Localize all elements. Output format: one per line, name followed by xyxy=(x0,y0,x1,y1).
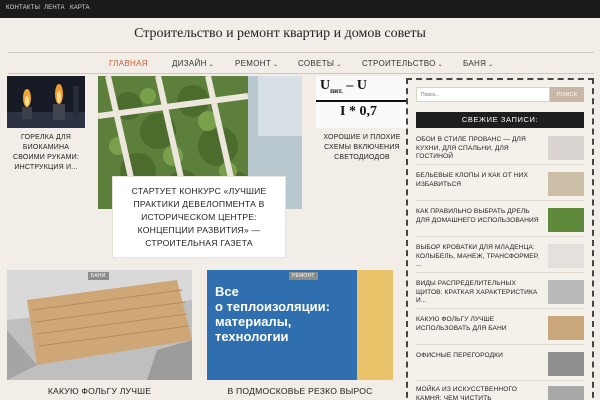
insulation-image[interactable]: Все о теплоизоляции: материалы, технолог… xyxy=(207,270,393,380)
divider xyxy=(416,236,584,237)
foil-ceiling-illustration xyxy=(7,270,192,380)
topbar-link-feed[interactable]: ЛЕНТА xyxy=(44,5,65,11)
recent-post-title[interactable]: ОФИСНЫЕ ПЕРЕГОРОДКИ xyxy=(416,352,542,361)
topbar-link-contacts[interactable]: КОНТАКТЫ xyxy=(6,5,40,11)
main-nav: ГЛАВНАЯ ДИЗАЙН ⌄ РЕМОНТ ⌄ СОВЕТЫ ⌄ СТРОИТЕЛ… xyxy=(8,52,594,74)
nav-item-construction[interactable]: СТРОИТЕЛЬСТВО ⌄ xyxy=(362,59,443,68)
chevron-down-icon: ⌄ xyxy=(208,62,214,68)
recent-post-title[interactable]: ВИДЫ РАСПРЕДЕЛИТЕЛЬНЫХ ЩИТОВ: КРАТКАЯ ХА… xyxy=(416,280,542,306)
topbar-link-map[interactable]: КАРТА xyxy=(70,5,90,11)
card-title-insulation[interactable]: В ПОДМОСКОВЬЕ РЕЗКО ВЫРОС xyxy=(207,386,393,396)
nav-item-home[interactable]: ГЛАВНАЯ xyxy=(109,59,148,68)
insulation-roll xyxy=(357,270,393,380)
chevron-down-icon: ⌄ xyxy=(437,62,443,68)
category-badge[interactable]: БАНИ xyxy=(88,272,109,280)
formula-divider xyxy=(316,100,408,102)
insulation-image-text: Все о теплоизоляции: материалы, технолог… xyxy=(215,284,355,344)
divider xyxy=(416,272,584,273)
recent-post-title[interactable]: МОЙКА ИЗ ИСКУССТВЕННОГО КАМНЯ: ЧЕМ ЧИСТИ… xyxy=(416,386,542,400)
post-thumbnail[interactable] xyxy=(548,386,584,400)
nav-item-tips[interactable]: СОВЕТЫ ⌄ xyxy=(298,59,342,68)
post-thumbnail[interactable] xyxy=(548,136,584,160)
recent-post-title[interactable]: КАК ПРАВИЛЬНО ВЫБРАТЬ ДРЕЛЬ ДЛЯ ДОМАШНЕГ… xyxy=(416,208,542,225)
biofireplace-image[interactable] xyxy=(7,76,85,128)
divider xyxy=(416,308,584,309)
post-thumbnail[interactable] xyxy=(548,280,584,304)
category-badge[interactable]: РЕМОНТ xyxy=(289,272,318,280)
post-thumbnail[interactable] xyxy=(548,208,584,232)
recent-posts-heading: СВЕЖИЕ ЗАПИСИ: xyxy=(416,112,584,128)
image-text-line: о теплоизоляции: xyxy=(215,299,330,314)
recent-post-title[interactable]: ОБОИ В СТИЛЕ ПРОВАНС — ДЛЯ КУХНИ, ДЛЯ СП… xyxy=(416,136,542,162)
sidebar: ПОИСК СВЕЖИЕ ЗАПИСИ: ОБОИ В СТИЛЕ ПРОВАН… xyxy=(406,78,594,400)
nav-item-label: РЕМОНТ xyxy=(235,59,272,68)
top-bar: КОНТАКТЫ ЛЕНТА КАРТА xyxy=(0,0,600,18)
feature-title[interactable]: СТАРТУЕТ КОНКУРС «ЛУЧШИЕ ПРАКТИКИ ДЕВЕЛО… xyxy=(112,176,286,258)
divider xyxy=(416,380,584,381)
formula-denominator: I * 0,7 xyxy=(340,104,377,119)
site-title[interactable]: Строительство и ремонт квартир и домов с… xyxy=(0,26,560,42)
nav-item-label: ГЛАВНАЯ xyxy=(109,59,148,68)
post-thumbnail[interactable] xyxy=(548,352,584,376)
formula-sub: пит. xyxy=(330,86,343,95)
recent-post-title[interactable]: БЕЛЬЕВЫЕ КЛОПЫ И КАК ОТ НИХ ИЗБАВИТЬСЯ xyxy=(416,172,542,189)
formula-tail: – U xyxy=(346,78,367,93)
card-title-foil[interactable]: КАКУЮ ФОЛЬГУ ЛУЧШЕ xyxy=(7,386,192,396)
formula-u: U xyxy=(320,78,331,93)
divider xyxy=(416,164,584,165)
post-thumbnail[interactable] xyxy=(548,316,584,340)
nav-item-label: ДИЗАЙН xyxy=(172,59,207,68)
nav-item-label: БАНЯ xyxy=(463,59,487,68)
search-input[interactable] xyxy=(416,87,550,102)
recent-post-title[interactable]: ВЫБОР КРОВАТКИ ДЛЯ МЛАДЕНЦА: КОЛЫБЕЛЬ, М… xyxy=(416,244,542,270)
image-text-line: материалы, xyxy=(215,314,292,329)
image-text-line: Все xyxy=(215,284,239,299)
image-text-line: технологии xyxy=(215,329,289,344)
led-formula-image[interactable]: Uпит. – U I * 0,7 xyxy=(316,76,408,128)
foil-bath-image[interactable] xyxy=(7,270,192,380)
nav-item-repair[interactable]: РЕМОНТ ⌄ xyxy=(235,59,278,68)
chevron-down-icon: ⌄ xyxy=(488,62,494,68)
card-title-biofireplace[interactable]: ГОРЕЛКА ДЛЯ БИОКАМИНА СВОИМИ РУКАМИ: ИНС… xyxy=(7,133,85,173)
divider xyxy=(416,344,584,345)
recent-post-title[interactable]: КАКУЮ ФОЛЬГУ ЛУЧШЕ ИСПОЛЬЗОВАТЬ ДЛЯ БАНИ xyxy=(416,316,542,333)
card-title-led[interactable]: ХОРОШИЕ И ПЛОХИЕ СХЕМЫ ВКЛЮЧЕНИЯ СВЕТОДИ… xyxy=(316,133,408,163)
nav-item-bath[interactable]: БАНЯ ⌄ xyxy=(463,59,494,68)
biofireplace-illustration xyxy=(7,76,85,128)
chevron-down-icon: ⌄ xyxy=(273,62,279,68)
chevron-down-icon: ⌄ xyxy=(336,62,342,68)
divider xyxy=(416,200,584,201)
search-button[interactable]: ПОИСК xyxy=(550,87,584,102)
nav-item-label: СТРОИТЕЛЬСТВО xyxy=(362,59,436,68)
post-thumbnail[interactable] xyxy=(548,244,584,268)
nav-item-design[interactable]: ДИЗАЙН ⌄ xyxy=(172,59,214,68)
post-thumbnail[interactable] xyxy=(548,172,584,196)
nav-item-label: СОВЕТЫ xyxy=(298,59,335,68)
formula-numerator: Uпит. – U xyxy=(320,78,367,95)
